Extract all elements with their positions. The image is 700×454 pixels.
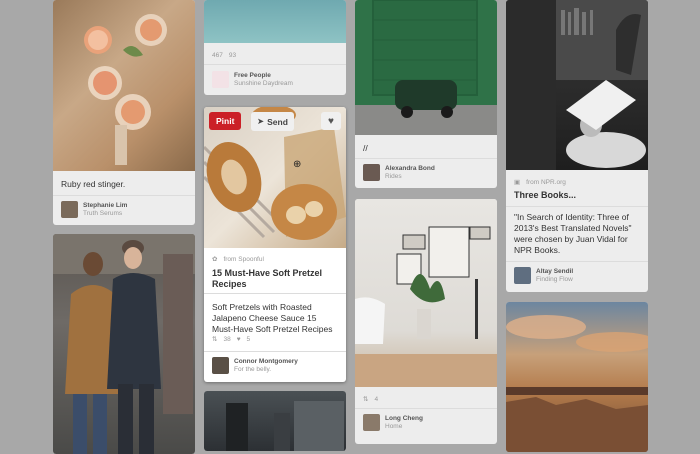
pin-description: "In Search of Identity: Three of 2013's … <box>514 212 632 255</box>
like-count: 93 <box>228 52 237 59</box>
green-car-illustration <box>355 0 497 135</box>
repin-count: 38 <box>223 335 231 343</box>
pinner-info[interactable]: Stephanie Lim Truth Serums <box>61 201 187 218</box>
avatar[interactable] <box>363 414 380 431</box>
pin-caption: Ruby red stinger. <box>61 179 126 189</box>
storefront-illustration <box>226 401 344 451</box>
pinner-name[interactable]: Alexandra Bond <box>385 165 435 173</box>
divider <box>355 408 497 409</box>
pin-card-interior[interactable]: ⇅ 4 Long Cheng Home <box>355 199 497 444</box>
board-name[interactable]: Truth Serums <box>83 210 127 218</box>
like-count: 5 <box>246 335 251 343</box>
grapefruit-drinks-illustration <box>84 14 167 165</box>
pin-stats: ⇅ 4 <box>363 395 379 404</box>
pin-image-storefront[interactable] <box>204 391 346 451</box>
like-icon: ♥ <box>236 335 241 343</box>
avatar[interactable] <box>363 164 380 181</box>
living-room-illustration <box>355 226 497 387</box>
pinner-info[interactable]: Connor Montgomery For the belly. <box>212 357 338 374</box>
pin-it-button[interactable]: Pinit <box>209 112 242 130</box>
divider <box>204 293 346 294</box>
pinner-name[interactable]: Free People <box>234 72 293 80</box>
board-name[interactable]: Rides <box>385 173 435 181</box>
pin-source[interactable]: ▣ from NPR.org <box>514 178 566 187</box>
pin-caption: // <box>363 143 368 153</box>
pin-card-drinks[interactable]: Ruby red stinger. Stephanie Lim Truth Se… <box>53 0 195 225</box>
divider <box>355 158 497 159</box>
avatar[interactable] <box>212 71 229 88</box>
pinner-info[interactable]: Altay Sendil Finding Flow <box>514 267 640 284</box>
pin-image-interior[interactable] <box>355 199 497 387</box>
pin-card-car[interactable]: // Alexandra Bond Rides <box>355 0 497 188</box>
pin-image-reading[interactable] <box>506 0 648 170</box>
pin-card-couple[interactable] <box>53 234 195 454</box>
couple-walking-illustration <box>53 234 195 454</box>
magnify-icon: ⊕ <box>293 159 302 170</box>
board-name[interactable]: Home <box>385 423 423 431</box>
pin-card-storefront[interactable] <box>204 391 346 451</box>
avatar[interactable] <box>212 357 229 374</box>
pin-image-beach[interactable] <box>204 0 346 43</box>
source-label[interactable]: from Spoonful <box>223 256 263 263</box>
pinner-name[interactable]: Altay Sendil <box>536 268 573 276</box>
pin-description: Soft Pretzels with Roasted Jalapeno Chee… <box>212 302 333 334</box>
avatar[interactable] <box>61 201 78 218</box>
pin-image-couple[interactable] <box>53 234 195 454</box>
send-icon: ➤ <box>257 116 265 126</box>
pin-stats: ⇅ 38 ♥ 5 <box>212 335 251 344</box>
divider <box>53 195 195 196</box>
pin-title[interactable]: 15 Must-Have Soft Pretzel Recipes <box>212 268 338 290</box>
board-name[interactable]: For the belly. <box>234 366 298 374</box>
board-name[interactable]: Sunshine Daydream <box>234 80 293 88</box>
avatar[interactable] <box>514 267 531 284</box>
pin-title[interactable]: Three Books... <box>514 190 640 201</box>
pinner-name[interactable]: Long Cheng <box>385 415 423 423</box>
source-icon: ▣ <box>514 179 521 186</box>
repin-icon: ⇅ <box>212 336 218 343</box>
pin-card-reading[interactable]: ▣ from NPR.org Three Books... "In Search… <box>506 0 648 292</box>
repin-count: 4 <box>374 395 379 403</box>
pinner-info[interactable]: Long Cheng Home <box>363 414 489 431</box>
repin-icon: ⇅ <box>363 396 369 403</box>
source-icon: ✿ <box>212 256 218 263</box>
pin-card-beach[interactable]: 467 93 Free People Sunshine Daydream <box>204 0 346 95</box>
pinner-info[interactable]: Alexandra Bond Rides <box>363 164 489 181</box>
pin-stats: 467 93 <box>212 52 236 59</box>
pinner-info[interactable]: Free People Sunshine Daydream <box>212 71 338 88</box>
pin-image-canyon[interactable] <box>506 302 648 452</box>
send-button[interactable]: ➤ Send <box>251 112 294 131</box>
source-label[interactable]: from NPR.org <box>526 179 566 186</box>
canyon-sunset-illustration <box>506 315 648 452</box>
pinner-name[interactable]: Stephanie Lim <box>83 202 127 210</box>
pin-source[interactable]: ✿ from Spoonful <box>212 255 264 264</box>
pinner-name[interactable]: Connor Montgomery <box>234 358 298 366</box>
divider <box>506 206 648 207</box>
divider <box>204 64 346 65</box>
board-name[interactable]: Finding Flow <box>536 276 573 284</box>
pin-card-pretzels[interactable]: Pinit ➤ Send ♥ ⊕ ✿ from Spoonful 15 Must… <box>204 107 346 382</box>
like-button[interactable]: ♥ <box>321 112 341 130</box>
pin-image-drinks[interactable] <box>53 0 195 171</box>
divider <box>204 351 346 352</box>
send-label: Send <box>267 116 288 127</box>
divider <box>506 261 648 262</box>
repin-count: 467 <box>212 52 223 59</box>
pin-card-canyon[interactable] <box>506 302 648 452</box>
heart-icon: ♥ <box>328 115 334 127</box>
woman-reading-illustration <box>506 0 648 170</box>
pin-image-car[interactable] <box>355 0 497 135</box>
